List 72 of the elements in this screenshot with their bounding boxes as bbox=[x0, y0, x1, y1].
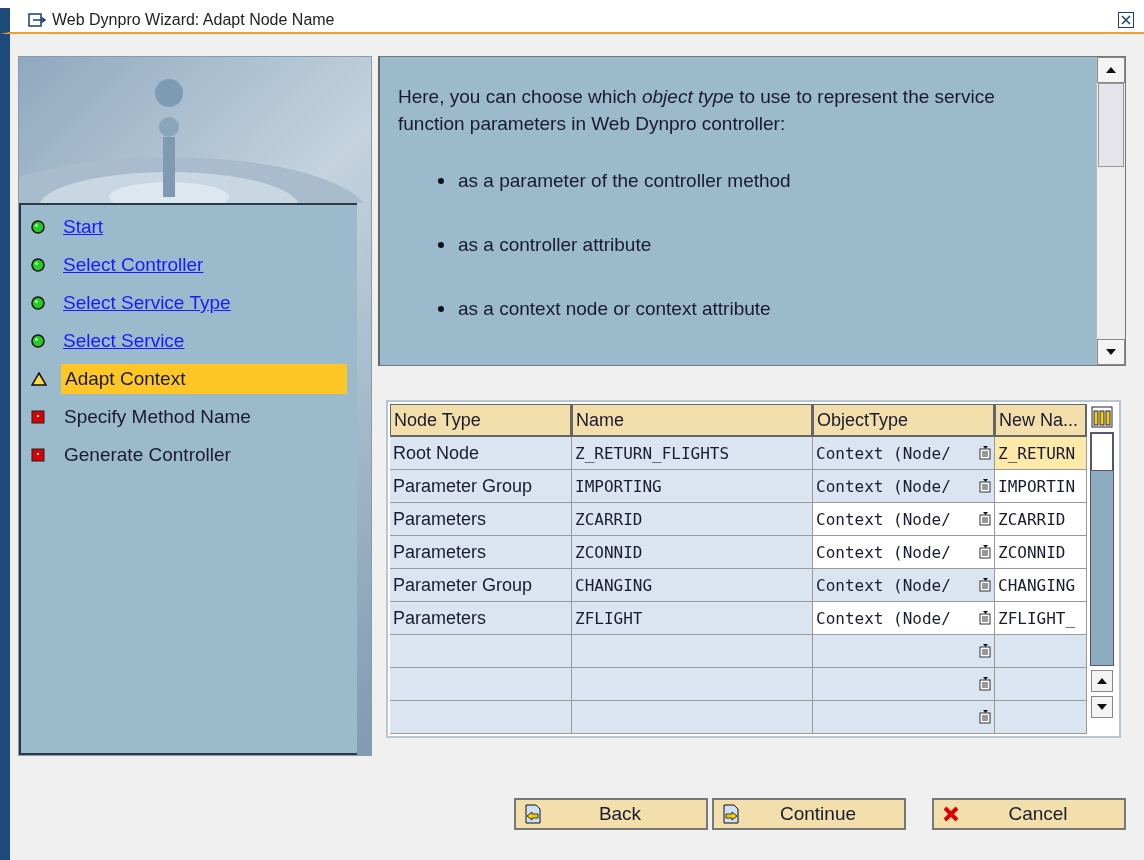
bullet-icon bbox=[438, 241, 444, 248]
dropdown-list-icon[interactable] bbox=[979, 545, 991, 559]
new-name-field[interactable]: CHANGING bbox=[995, 569, 1087, 602]
table-cell: IMPORTING bbox=[572, 470, 813, 503]
back-button[interactable]: Back bbox=[514, 798, 708, 830]
bullet-icon bbox=[438, 305, 444, 312]
down-arrow-icon bbox=[1097, 704, 1107, 710]
table-cell: Parameter Group bbox=[390, 470, 572, 503]
dropdown-list-icon[interactable] bbox=[979, 644, 991, 658]
new-name-field[interactable]: ZCONNID bbox=[995, 536, 1087, 569]
option-text: as a controller attribute bbox=[458, 233, 652, 257]
new-name-field[interactable]: IMPORTIN bbox=[995, 470, 1087, 503]
table-cell: ZCARRID bbox=[572, 503, 813, 536]
object-type-dropdown[interactable]: Context (Node/ bbox=[813, 503, 995, 536]
column-header[interactable]: Node Type bbox=[390, 404, 572, 437]
column-header[interactable]: ObjectType bbox=[813, 404, 995, 437]
new-name-field[interactable]: ZFLIGHT_ bbox=[995, 602, 1087, 635]
object-type-dropdown[interactable]: Context (Node/ bbox=[813, 536, 995, 569]
dropdown-list-icon[interactable] bbox=[979, 512, 991, 526]
scroll-up-button[interactable] bbox=[1091, 670, 1113, 692]
new-name-field[interactable]: Z_RETURN bbox=[995, 437, 1087, 470]
option-text: as a parameter of the controller method bbox=[458, 169, 791, 193]
scroll-down-button[interactable] bbox=[1091, 696, 1113, 718]
step-link[interactable]: Adapt Context bbox=[61, 364, 347, 394]
page-right-arrow-icon bbox=[722, 804, 740, 824]
object-type-dropdown[interactable]: Context (Node/ bbox=[813, 602, 995, 635]
scrollbar[interactable] bbox=[1096, 57, 1125, 365]
table-cell: CHANGING bbox=[572, 569, 813, 602]
table-cell: Z_RETURN_FLIGHTS bbox=[572, 437, 813, 470]
up-arrow-icon bbox=[1097, 678, 1107, 684]
step-link[interactable]: Generate Controller bbox=[60, 440, 347, 470]
continue-button[interactable]: Continue bbox=[712, 798, 906, 830]
scroll-up-button[interactable] bbox=[1097, 57, 1125, 83]
option-text: as a context node or context attribute bbox=[458, 297, 771, 321]
new-name-field[interactable]: ZCARRID bbox=[995, 503, 1087, 536]
cancel-icon bbox=[942, 805, 960, 823]
dropdown-list-icon[interactable] bbox=[979, 611, 991, 625]
window-title: Web Dynpro Wizard: Adapt Node Name bbox=[52, 11, 336, 29]
table-cell: ZCONNID bbox=[572, 536, 813, 569]
dropdown-list-icon[interactable] bbox=[979, 446, 991, 460]
table-cell: Parameters bbox=[390, 536, 572, 569]
scrollbar-thumb[interactable] bbox=[1098, 83, 1124, 167]
step-link[interactable]: Select Service bbox=[59, 326, 347, 356]
table-cell: Parameter Group bbox=[390, 569, 572, 602]
column-header[interactable]: Name bbox=[572, 404, 813, 437]
dropdown-list-icon[interactable] bbox=[979, 578, 991, 592]
scroll-down-button[interactable] bbox=[1097, 339, 1125, 365]
table-settings-icon[interactable] bbox=[1091, 406, 1113, 428]
bullet-icon bbox=[438, 177, 444, 184]
dropdown-list-icon[interactable] bbox=[979, 479, 991, 493]
object-type-dropdown[interactable]: Context (Node/ bbox=[813, 470, 995, 503]
cancel-button[interactable]: Cancel bbox=[932, 798, 1126, 830]
table-cell: Root Node bbox=[390, 437, 572, 470]
object-type-dropdown[interactable]: Context (Node/ bbox=[813, 569, 995, 602]
step-link[interactable]: Select Controller bbox=[59, 250, 347, 280]
close-button[interactable] bbox=[1118, 12, 1134, 28]
down-arrow-icon bbox=[1106, 349, 1116, 355]
table-cell: Parameters bbox=[390, 503, 572, 536]
dropdown-list-icon[interactable] bbox=[979, 710, 991, 724]
table-cell: ZFLIGHT bbox=[572, 602, 813, 635]
step-link[interactable]: Start bbox=[59, 212, 347, 242]
page-left-arrow-icon bbox=[524, 804, 542, 824]
table-cell: Parameters bbox=[390, 602, 572, 635]
window-icon bbox=[28, 13, 46, 27]
up-arrow-icon bbox=[1106, 67, 1116, 73]
intro-text: Here, you can choose which object type to use to represent the service function parameters in Web Dynpro controller: bbox=[398, 85, 996, 136]
column-header[interactable]: New Na... bbox=[995, 404, 1087, 437]
table-scrollbar[interactable] bbox=[1090, 432, 1114, 666]
dropdown-list-icon[interactable] bbox=[979, 677, 991, 691]
step-link[interactable]: Specify Method Name bbox=[60, 402, 347, 432]
step-link[interactable]: Select Service Type bbox=[59, 288, 347, 318]
object-type-dropdown[interactable]: Context (Node/ bbox=[813, 437, 995, 470]
